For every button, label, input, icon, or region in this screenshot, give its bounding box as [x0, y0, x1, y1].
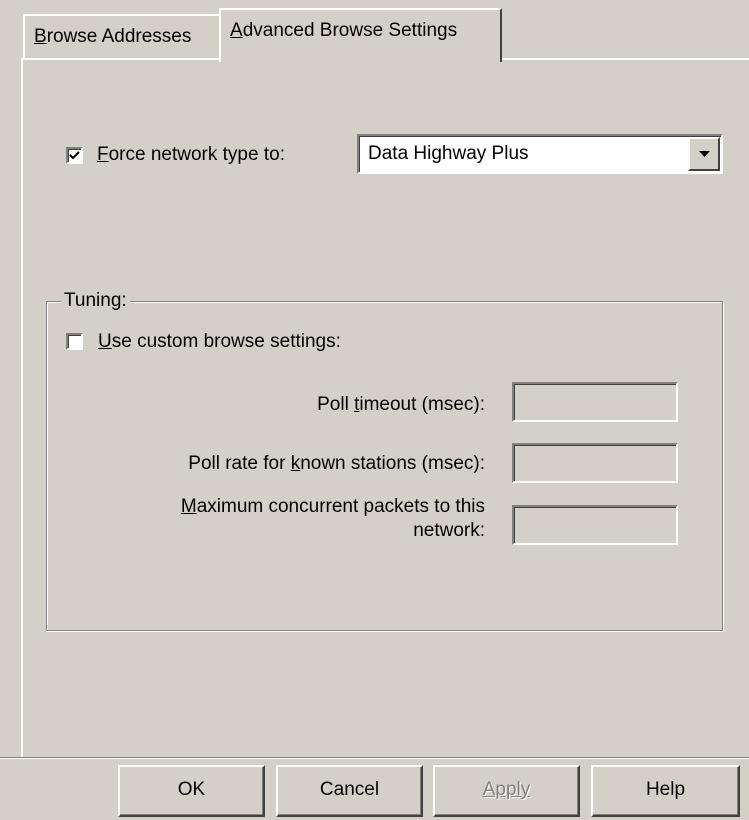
- custom-browse-checkbox[interactable]: [66, 333, 83, 350]
- browse-settings-dialog: Browse Addresses Advanced Browse Setting…: [0, 0, 749, 820]
- tab-browse-addresses-label: Browse Addresses: [34, 26, 192, 47]
- poll-rate-label: Poll rate for known stations (msec):: [188, 453, 485, 474]
- network-type-select[interactable]: Data Highway Plus: [357, 134, 723, 174]
- poll-timeout-label: Poll timeout (msec):: [317, 394, 485, 415]
- down-arrow-icon: [699, 151, 710, 157]
- tab-browse-addresses[interactable]: Browse Addresses: [23, 14, 221, 60]
- custom-browse-label: Use custom browse settings:: [98, 331, 341, 352]
- cancel-button[interactable]: Cancel: [276, 765, 423, 817]
- poll-rate-field[interactable]: [512, 443, 678, 483]
- force-network-label: Force network type to:: [97, 144, 285, 165]
- tab-advanced-browse-settings[interactable]: Advanced Browse Settings: [219, 8, 502, 62]
- network-type-dropdown-button[interactable]: [688, 137, 720, 171]
- check-icon: [69, 151, 80, 160]
- tab-advanced-browse-settings-label: Advanced Browse Settings: [230, 20, 458, 41]
- apply-button[interactable]: Apply: [433, 765, 580, 817]
- tuning-group-title: Tuning:: [61, 290, 130, 312]
- button-bar-divider: [0, 757, 749, 759]
- help-button[interactable]: Help: [591, 765, 740, 817]
- ok-button[interactable]: OK: [118, 765, 265, 817]
- force-network-checkbox[interactable]: [66, 147, 83, 164]
- max-packets-field[interactable]: [512, 505, 678, 545]
- poll-timeout-field[interactable]: [512, 382, 678, 422]
- network-type-value: Data Highway Plus: [368, 143, 529, 164]
- max-packets-label: Maximum concurrent packets to this networ…: [180, 496, 485, 541]
